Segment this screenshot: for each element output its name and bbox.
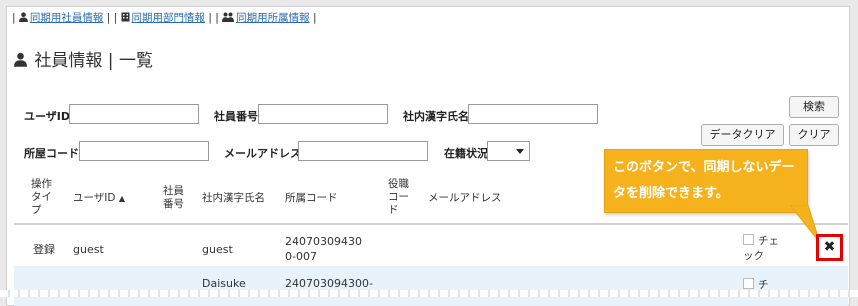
- page-title-text: 社員情報 | 一覧: [34, 51, 153, 71]
- search-button[interactable]: 検索: [789, 96, 839, 118]
- chevron-down-icon: [516, 149, 524, 154]
- clear-button[interactable]: クリア: [789, 124, 839, 146]
- th-email[interactable]: メールアドレス: [428, 192, 502, 205]
- row1-dept-code: 240703094300-007: [285, 235, 362, 263]
- user-id-label: ユーザID: [24, 110, 71, 123]
- row2-dept-code: 240703094300-: [285, 277, 373, 290]
- page-title: 社員情報 | 一覧: [14, 46, 153, 71]
- table-header-divider: [14, 223, 848, 225]
- user-icon: [14, 52, 27, 67]
- building-icon: [121, 12, 130, 22]
- th-user-id-label: ユーザID: [73, 192, 116, 204]
- top-nav: | 同期用社員情報 | | 同期用部門情報 | | 同期用所属情報 |: [12, 10, 317, 25]
- nav-link-sync-affiliation[interactable]: 同期用所属情報: [236, 12, 310, 24]
- row1-check[interactable]: チェック: [743, 234, 781, 264]
- employee-no-input[interactable]: [258, 104, 388, 124]
- employee-no-label: 社員番号: [214, 110, 258, 123]
- nav-link-sync-employee[interactable]: 同期用社員情報: [30, 12, 104, 24]
- nav-separator: |: [312, 12, 317, 24]
- email-input[interactable]: [298, 141, 428, 161]
- th-kanji-name[interactable]: 社内漢字氏名: [202, 192, 265, 205]
- th-op-type[interactable]: 操作タイプ: [31, 178, 57, 217]
- users-icon: [222, 12, 235, 22]
- callout-tooltip: このボタンで、同期しないデータを削除できます。: [604, 149, 808, 213]
- nav-separator: |: [208, 12, 212, 24]
- th-dept-code[interactable]: 所属コード: [285, 192, 338, 205]
- status-select[interactable]: [487, 141, 530, 161]
- user-icon: [18, 12, 28, 22]
- row1-kanji-name: guest: [202, 243, 233, 256]
- dept-code-input[interactable]: [79, 141, 209, 161]
- torn-edge: [0, 290, 858, 297]
- close-icon: ✖: [823, 239, 836, 255]
- th-position-code[interactable]: 役職コード: [388, 178, 412, 217]
- kanji-name-label: 社内漢字氏名: [403, 110, 469, 123]
- data-clear-button[interactable]: データクリア: [701, 124, 784, 146]
- nav-separator: |: [106, 12, 111, 24]
- email-label: メールアドレス: [224, 147, 301, 160]
- row1-checkbox[interactable]: [743, 234, 754, 245]
- user-id-input[interactable]: [69, 104, 199, 124]
- kanji-name-input[interactable]: [468, 104, 598, 124]
- row1-op-type: 登録: [33, 243, 55, 256]
- status-label: 在籍状況: [444, 147, 488, 160]
- nav-separator: |: [215, 12, 219, 24]
- nav-link-sync-department[interactable]: 同期用部門情報: [132, 12, 206, 24]
- nav-separator: |: [113, 12, 118, 24]
- nav-separator: |: [12, 12, 16, 24]
- row2-kanji-name: Daisuke: [202, 277, 246, 290]
- row2-checkbox[interactable]: [743, 278, 754, 289]
- th-employee-no[interactable]: 社員番号: [163, 185, 185, 211]
- dept-code-label: 所屋コード: [24, 147, 79, 160]
- th-user-id[interactable]: ユーザID ▲: [73, 192, 125, 205]
- delete-button[interactable]: ✖: [816, 234, 843, 261]
- row1-user-id: guest: [73, 243, 104, 256]
- sort-asc-icon: ▲: [118, 194, 125, 203]
- table-row-highlight: [14, 266, 848, 306]
